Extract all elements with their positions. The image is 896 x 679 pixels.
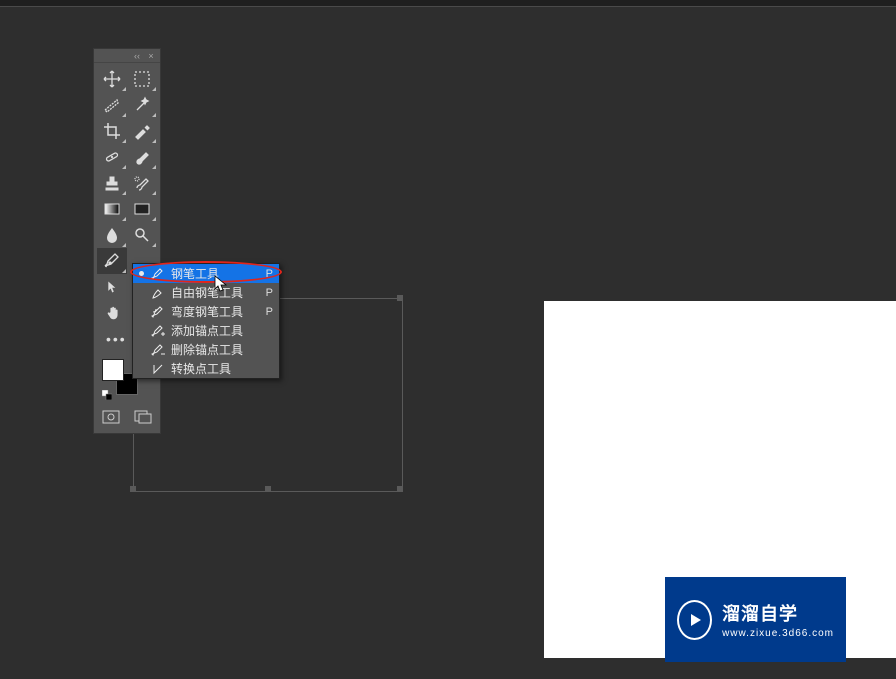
flyout-shortcut: P [266,268,273,280]
handle[interactable] [130,486,136,492]
lasso-tool[interactable] [97,92,127,118]
add-anchor-icon [149,323,167,339]
flyout-item-curvature-pen[interactable]: 弯度钢笔工具 P [133,302,279,321]
flyout-item-freeform-pen[interactable]: 自由钢笔工具 P [133,283,279,302]
default-colors-icon[interactable] [102,387,112,397]
marquee-tool[interactable] [127,66,157,92]
handle[interactable] [265,486,271,492]
screen-mode-row [94,403,160,433]
handle[interactable] [397,486,403,492]
collapse-icon[interactable]: ‹‹ [132,51,142,61]
dodge-tool[interactable] [127,222,157,248]
freeform-pen-icon [149,285,167,301]
flyout-item-pen[interactable]: 钢笔工具 P [133,264,279,283]
watermark-text: 溜溜自学 www.zixue.3d66.com [722,600,834,639]
flyout-item-add-anchor[interactable]: 添加锚点工具 [133,321,279,340]
flyout-label: 自由钢笔工具 [171,284,266,301]
quick-mask-icon[interactable] [98,407,124,427]
flyout-item-delete-anchor[interactable]: 删除锚点工具 [133,340,279,359]
selected-marker [139,271,145,277]
panel-header: ‹‹ × [94,49,160,63]
eyedropper-tool[interactable] [127,118,157,144]
flyout-label: 添加锚点工具 [171,322,273,339]
convert-point-icon [149,361,167,377]
flyout-label: 转换点工具 [171,360,273,377]
magic-wand-tool[interactable] [127,92,157,118]
window-topbar [0,0,896,7]
delete-anchor-icon [149,342,167,358]
close-icon[interactable]: × [146,51,156,61]
healing-tool[interactable] [97,144,127,170]
marker [139,366,145,372]
flyout-label: 删除锚点工具 [171,341,273,358]
crop-tool[interactable] [97,118,127,144]
brush-tool[interactable] [127,144,157,170]
screen-mode-icon[interactable] [130,407,156,427]
flyout-shortcut: P [266,306,273,318]
watermark-sub: www.zixue.3d66.com [722,628,834,639]
curvature-pen-icon [149,304,167,320]
pen-tool[interactable] [97,248,127,274]
flyout-label: 钢笔工具 [171,265,266,282]
flyout-label: 弯度钢笔工具 [171,303,266,320]
pen-tool-flyout: 钢笔工具 P 自由钢笔工具 P 弯度钢笔工具 P 添加锚点工具 删除锚点工具 转… [132,263,280,379]
gradient-tool[interactable] [97,196,127,222]
blur-tool[interactable] [97,222,127,248]
marker [139,347,145,353]
stamp-tool[interactable] [97,170,127,196]
watermark-main: 溜溜自学 [722,600,834,626]
watermark: 溜溜自学 www.zixue.3d66.com [665,577,846,662]
marker [139,290,145,296]
eraser-tool[interactable] [127,196,157,222]
pen-icon [149,266,167,282]
marker [139,328,145,334]
watermark-logo-icon [677,600,712,640]
marker [139,309,145,315]
flyout-item-convert-point[interactable]: 转换点工具 [133,359,279,378]
handle[interactable] [397,295,403,301]
history-brush-tool[interactable] [127,170,157,196]
move-tool[interactable] [97,66,127,92]
foreground-swatch[interactable] [102,359,124,381]
flyout-shortcut: P [266,287,273,299]
